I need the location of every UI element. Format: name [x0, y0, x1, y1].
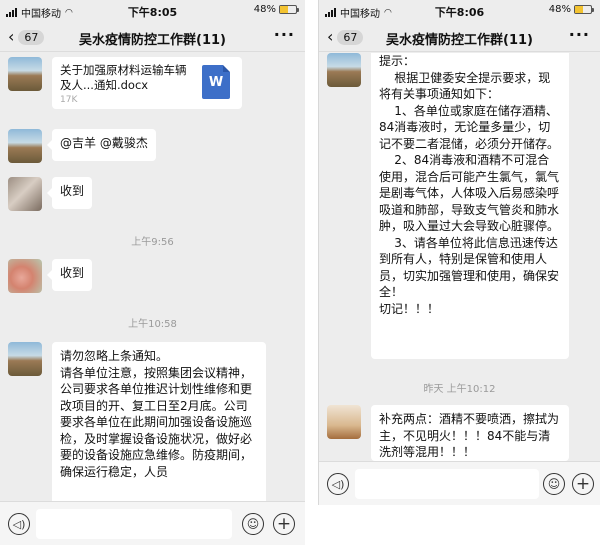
message-list[interactable]: 提示： 根据卫健委安全提示要求，现将有关事项通知如下： 1、各单位或家庭在储存酒… — [319, 53, 600, 461]
message-input[interactable] — [355, 469, 539, 499]
more-options-button[interactable]: ··· — [274, 25, 295, 44]
voice-input-button[interactable]: ◁) — [8, 513, 30, 535]
message-bubble[interactable]: 提示： 根据卫健委安全提示要求，现将有关事项通知如下： 1、各单位或家庭在储存酒… — [371, 53, 569, 359]
battery-percent: 48% — [253, 4, 276, 15]
plus-icon: + — [575, 473, 591, 494]
input-toolbar: ◁) ☺ + — [319, 461, 600, 505]
emoji-button[interactable]: ☺ — [242, 513, 264, 535]
message-bubble[interactable]: 收到 — [46, 177, 93, 209]
battery-icon — [279, 5, 299, 14]
emoji-button[interactable]: ☺ — [543, 473, 565, 495]
message-bubble[interactable]: 请勿忽略上条通知。 请各单位注意，按照集团会议精神，公司要求各单位推迟计划性维修… — [52, 342, 266, 501]
message-timestamp: 上午9:56 — [131, 237, 174, 248]
more-actions-button[interactable]: + — [273, 513, 295, 535]
plus-icon: + — [276, 513, 292, 534]
avatar[interactable] — [8, 129, 42, 163]
battery-status: 48% — [548, 4, 594, 15]
message-list[interactable]: 关于加强原材料运输车辆及人...通知.docx 17K W @吉羊 @戴骏杰 收… — [0, 53, 305, 501]
file-name: 关于加强原材料运输车辆及人...通知.docx — [60, 63, 187, 92]
chat-title: 吴水疫情防控工作群(11) — [79, 33, 226, 48]
message-notice: 请勿忽略上条通知。 请各单位注意，按照集团会议精神，公司要求各单位推迟计划性维修… — [8, 342, 298, 501]
avatar[interactable] — [8, 259, 42, 293]
avatar[interactable] — [8, 57, 42, 91]
chat-header: ‹ 67 吴水疫情防控工作群(11) ··· — [319, 22, 600, 52]
message-received-2: 收到 — [8, 259, 298, 293]
more-options-button[interactable]: ··· — [569, 25, 590, 44]
message-supplement: 补充两点：酒精不要喷洒，擦拭为主，不见明火！！！84不能与清洗剂等混用！！！ — [327, 405, 597, 461]
message-bubble[interactable]: 收到 — [46, 259, 93, 291]
message-mention: @吉羊 @戴骏杰 — [8, 129, 298, 163]
speaker-icon: ◁) — [12, 517, 26, 531]
battery-icon — [574, 5, 594, 14]
message-timestamp: 昨天 上午10:12 — [423, 384, 496, 395]
message-bubble[interactable]: @吉羊 @戴骏杰 — [47, 129, 156, 161]
message-tips: 提示： 根据卫健委安全提示要求，现将有关事项通知如下： 1、各单位或家庭在储存酒… — [327, 53, 597, 365]
status-bar: 中国移动 ◠ 下午8:05 48% — [0, 0, 305, 22]
avatar[interactable] — [8, 177, 42, 211]
more-actions-button[interactable]: + — [572, 473, 594, 495]
message-timestamp: 上午10:58 — [128, 319, 177, 330]
message-file: 关于加强原材料运输车辆及人...通知.docx 17K W — [8, 57, 298, 113]
message-input[interactable] — [36, 509, 232, 539]
status-bar: 中国移动 ◠ 下午8:06 48% — [319, 0, 600, 22]
voice-input-button[interactable]: ◁) — [327, 473, 349, 495]
chat-header: ‹ 67 吴水疫情防控工作群(11) ··· — [0, 22, 305, 52]
left-phone-screen: 中国移动 ◠ 下午8:05 48% ‹ 67 吴水疫情防控工作群(11) ···… — [0, 0, 305, 545]
file-attachment-card[interactable]: 关于加强原材料运输车辆及人...通知.docx 17K W — [52, 57, 242, 109]
avatar[interactable] — [8, 342, 42, 376]
avatar[interactable] — [327, 405, 361, 439]
battery-status: 48% — [253, 4, 299, 15]
avatar[interactable] — [327, 53, 361, 87]
message-received-1: 收到 — [8, 177, 298, 211]
input-toolbar: ◁) ☺ + — [0, 501, 305, 545]
battery-percent: 48% — [548, 4, 571, 15]
word-document-icon: W — [202, 65, 230, 99]
message-bubble[interactable]: 补充两点：酒精不要喷洒，擦拭为主，不见明火！！！84不能与清洗剂等混用！！！ — [371, 405, 569, 461]
right-phone-screen: 中国移动 ◠ 下午8:06 48% ‹ 67 吴水疫情防控工作群(11) ···… — [318, 0, 600, 505]
speaker-icon: ◁) — [331, 477, 345, 491]
chat-title: 吴水疫情防控工作群(11) — [386, 33, 533, 48]
emoji-icon: ☺ — [547, 477, 561, 491]
emoji-icon: ☺ — [246, 517, 260, 531]
